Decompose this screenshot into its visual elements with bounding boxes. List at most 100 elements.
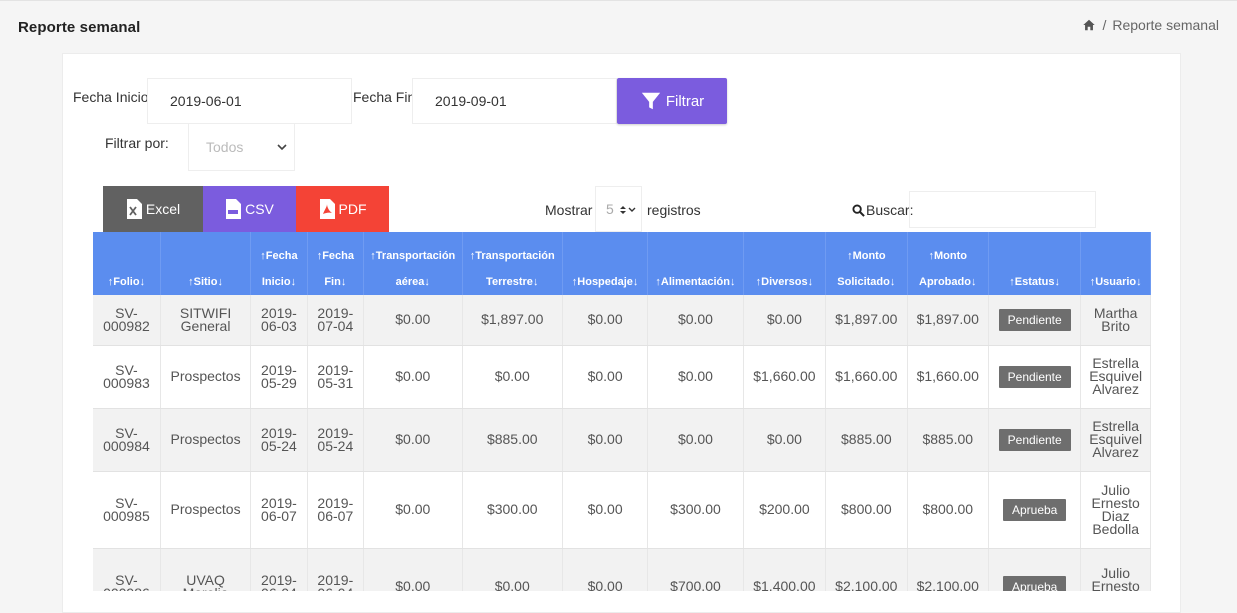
cell-monto-aprobado: $1,660.00 <box>907 345 989 409</box>
cell-value: $0.00 <box>587 311 623 328</box>
cell-line: Prospectos <box>170 501 241 517</box>
cell-fecha-fin: 2019- 05-31 <box>307 345 365 409</box>
col-header-folio[interactable]: ↑Folio↓ <box>93 232 161 295</box>
cell-monto-aprobado: $800.00 <box>907 471 989 549</box>
col-header-fecha-inicio[interactable]: ↑Fecha Inicio↓ <box>250 232 308 295</box>
cell-line: General <box>180 317 231 334</box>
col-header-diversos[interactable]: ↑Diversos↓ <box>743 232 827 295</box>
cell-hospedaje: $0.00 <box>562 548 649 591</box>
cell-value: $300.00 <box>486 501 538 517</box>
excel-button[interactable]: Excel <box>103 186 203 232</box>
col-header-sitio[interactable]: ↑Sitio↓ <box>160 232 252 295</box>
filtrar-por-select[interactable]: Todos <box>188 123 295 171</box>
cell-value: $700.00 <box>670 578 721 591</box>
cell-value: $885.00 <box>841 431 892 447</box>
cell-folio: SV-000986 <box>93 548 161 591</box>
col-header-line2: ↑Alimentación↓ <box>655 276 736 288</box>
cell-monto-solicitado: $885.00 <box>825 408 908 472</box>
cell-line: Alvarez <box>1092 444 1140 460</box>
csv-button[interactable]: CSV <box>203 186 296 232</box>
cell-transp-terrestre: $0.00 <box>462 548 563 591</box>
cell-value: $0.00 <box>395 431 431 447</box>
cell-hospedaje: $0.00 <box>562 345 649 409</box>
cell-hospedaje: $0.00 <box>562 408 649 472</box>
cell-line: 07-04 <box>317 317 354 334</box>
col-header-transp-aerea[interactable]: ↑Transportación aérea↓ <box>363 232 463 295</box>
cell-value: $0.00 <box>395 311 431 328</box>
col-header-monto-aprobado[interactable]: ↑Monto Aprobado↓ <box>907 232 989 295</box>
status-badge: Pendiente <box>998 308 1071 331</box>
cell-value: $0.00 <box>766 431 802 447</box>
col-header-hospedaje[interactable]: ↑Hospedaje↓ <box>562 232 649 295</box>
cell-value: $0.00 <box>494 578 530 591</box>
pdf-button[interactable]: PDF <box>296 186 389 232</box>
col-header-estatus[interactable]: ↑Estatus↓ <box>988 232 1082 295</box>
fecha-inicio-label: Fecha Inicio <box>73 89 149 105</box>
cell-line: 05-24 <box>317 437 354 454</box>
cell-usuario: Estrella Esquivel Alvarez <box>1080 345 1151 409</box>
cell-line: 000984 <box>103 437 150 454</box>
col-header-usuario[interactable]: ↑Usuario↓ <box>1080 232 1151 295</box>
cell-usuario: Martha Brito <box>1080 295 1151 346</box>
cell-value: $300.00 <box>670 501 721 517</box>
cell-value: $200.00 <box>759 501 810 517</box>
cell-usuario: Julio Ernesto Diaz Bedolla <box>1080 471 1151 549</box>
excel-file-icon <box>126 199 142 219</box>
cell-alimentacion: $300.00 <box>647 471 744 549</box>
cell-value: $0.00 <box>587 431 623 447</box>
table-row[interactable]: SV- 000985 Prospectos 2019- 06-07 2019- 06-07 $… <box>93 471 1151 549</box>
cell-value: $1,660.00 <box>753 368 816 384</box>
cell-usuario: Estrella Esquivel Alvarez <box>1080 408 1151 472</box>
cell-fecha-fin: 2019- 06-07 <box>307 471 365 549</box>
cell-monto-solicitado: $1,660.00 <box>825 345 908 409</box>
cell-line: 06-07 <box>261 507 297 524</box>
cell-fecha-inicio: 2019- 06-03 <box>250 295 308 346</box>
col-header-line1 <box>648 243 742 269</box>
cell-value: $1,897.00 <box>481 311 544 328</box>
col-header-line2: ↑Hospedaje↓ <box>571 276 639 288</box>
report-table-wrap: ↑Folio↓ ↑Sitio↓ ↑Fecha Inicio↓ ↑Fecha Fin↓ ↑T… <box>93 232 1151 591</box>
pdf-button-label: PDF <box>338 201 367 217</box>
cell-transp-aerea: $0.00 <box>363 345 463 409</box>
cell-value: $0.00 <box>587 578 623 591</box>
col-header-fecha-fin[interactable]: ↑Fecha Fin↓ <box>307 232 365 295</box>
filtrar-por-label: Filtrar por: <box>105 135 169 151</box>
excel-button-label: Excel <box>145 201 181 217</box>
cell-line: 05-24 <box>261 437 297 454</box>
cell-alimentacion: $700.00 <box>647 548 744 591</box>
cell-value: $885.00 <box>922 431 974 447</box>
page-length-select[interactable]: 5 <box>595 186 642 232</box>
col-header-monto-solicitado[interactable]: ↑Monto Solicitado↓ <box>825 232 908 295</box>
fecha-inicio-input[interactable]: 2019-06-01 <box>147 78 352 124</box>
cell-fecha-inicio: 2019- 05-29 <box>250 345 308 409</box>
cell-value: $0.00 <box>587 501 623 517</box>
col-header-line2: Terrestre↓ <box>486 276 539 288</box>
cell-value: $2,100.00 <box>835 578 898 591</box>
filter-icon <box>641 92 660 110</box>
cell-value: $1,660.00 <box>916 368 979 384</box>
home-icon[interactable] <box>1082 18 1096 32</box>
col-header-line1: ↑Monto <box>928 250 967 262</box>
table-row[interactable]: SV-000986UVAQMorelia2019-06-042019-06-04… <box>93 548 1151 591</box>
cell-value: $0.00 <box>587 368 623 384</box>
table-row[interactable]: SV- 000983 Prospectos 2019- 05-29 2019- 05-31 $… <box>93 345 1151 409</box>
fecha-fin-input[interactable]: 2019-09-01 <box>412 78 617 124</box>
col-header-transp-terrestre[interactable]: ↑Transportación Terrestre↓ <box>462 232 563 295</box>
col-header-line2: ↑Estatus↓ <box>1009 276 1061 288</box>
table-row[interactable]: SV- 000984 Prospectos 2019- 05-24 2019- 05-24 $… <box>93 408 1151 472</box>
cell-fecha-inicio: 2019- 05-24 <box>250 408 308 472</box>
cell-line: 06-03 <box>261 317 297 334</box>
search-input[interactable] <box>909 191 1096 228</box>
col-header-alimentacion[interactable]: ↑Alimentación↓ <box>647 232 744 295</box>
cell-monto-solicitado: $800.00 <box>825 471 908 549</box>
cell-transp-terrestre: $0.00 <box>462 345 563 409</box>
filtrar-button[interactable]: Filtrar <box>617 78 727 124</box>
report-table: ↑Folio↓ ↑Sitio↓ ↑Fecha Inicio↓ ↑Fecha Fin↓ ↑T… <box>93 232 1151 591</box>
cell-value: $0.00 <box>766 311 802 328</box>
table-row[interactable]: SV- 000982 SITWIFI General 2019- 06-03 2019- 07… <box>93 295 1151 346</box>
col-header-line1: ↑Fecha <box>316 250 354 262</box>
search-icon <box>852 203 865 217</box>
col-header-line1 <box>744 243 825 269</box>
cell-value: $1,400.00 <box>753 578 816 591</box>
cell-sitio: Prospectos <box>160 345 252 409</box>
